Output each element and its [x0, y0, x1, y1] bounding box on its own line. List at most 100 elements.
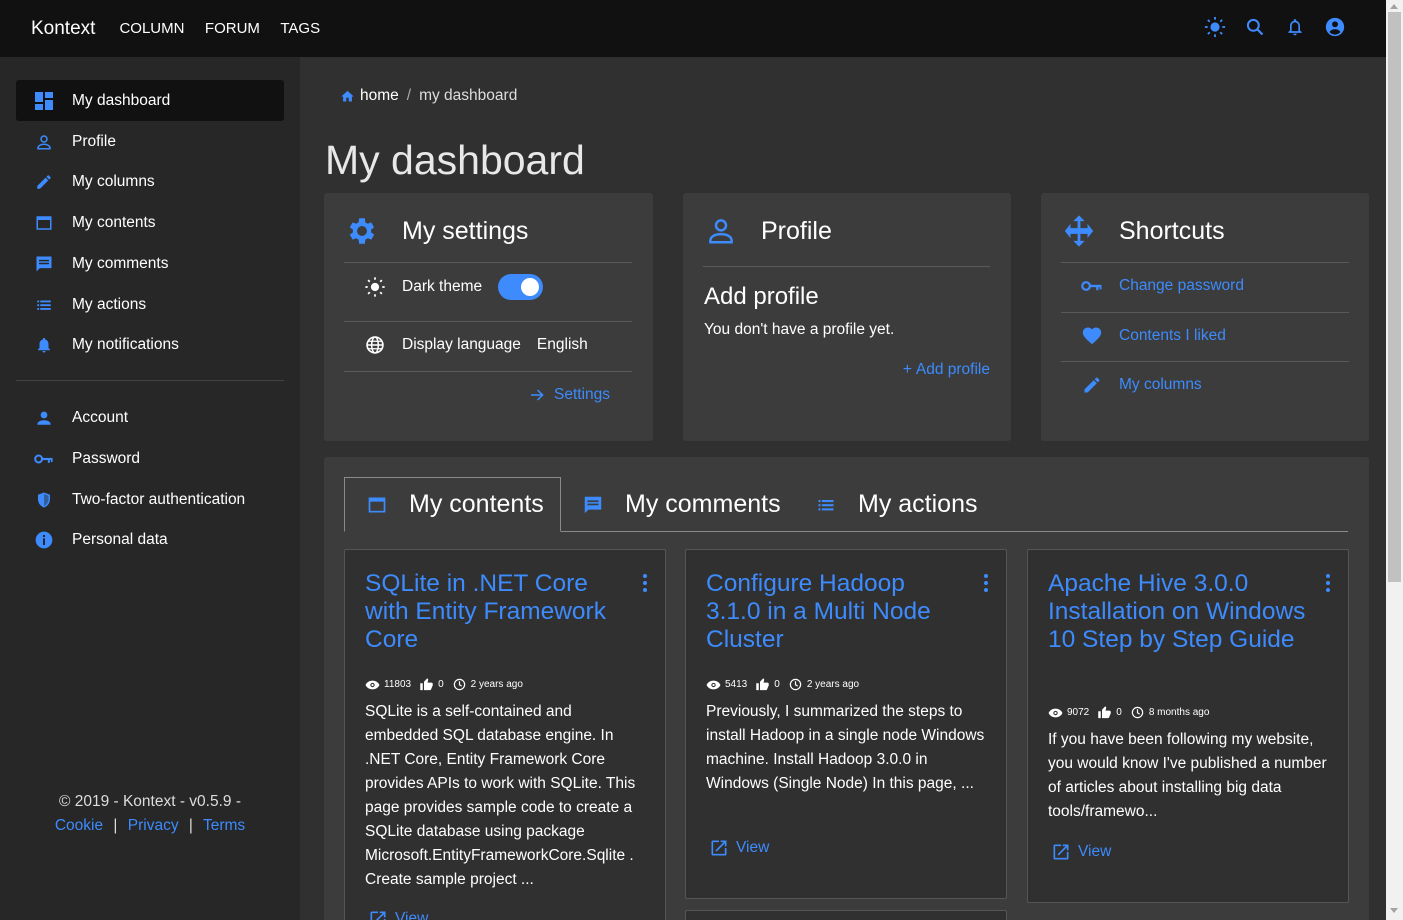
arrow-right-icon — [526, 384, 548, 406]
divider — [1061, 312, 1349, 313]
page-scrollbar[interactable] — [1386, 0, 1403, 920]
tab-label: My actions — [858, 490, 978, 518]
thumb-up-icon[interactable] — [1097, 705, 1112, 720]
post-title[interactable]: Configure Hadoop 3.1.0 in a Multi Node C… — [706, 570, 966, 654]
tab-label: My comments — [625, 490, 781, 518]
view-label: View — [1078, 843, 1112, 860]
thumb-up-icon[interactable] — [419, 677, 434, 692]
clock-icon — [788, 677, 803, 692]
account-circle-icon[interactable] — [1324, 16, 1346, 38]
sun-icon — [364, 276, 386, 298]
shortcuts-card: Shortcuts Change password Contents I lik… — [1041, 193, 1369, 441]
like-count: 0 — [1116, 707, 1122, 718]
activity-card: My contents My comments My actions SQLit… — [324, 457, 1369, 920]
post-meta: 9072 0 8 months ago — [1048, 705, 1217, 720]
terms-link[interactable]: Terms — [203, 817, 245, 834]
top-actions — [1204, 16, 1346, 38]
card-header: My settings — [344, 213, 528, 249]
list-icon — [34, 295, 54, 315]
scroll-up-arrow[interactable] — [1390, 4, 1398, 9]
gear-icon — [344, 213, 380, 249]
clock-icon — [452, 677, 467, 692]
divider — [344, 321, 632, 322]
person-icon — [34, 408, 54, 428]
sidebar-item-account[interactable]: Account — [16, 397, 284, 438]
footer-separator: | — [188, 817, 193, 834]
sidebar-item-personal-data[interactable]: Personal data — [16, 519, 284, 560]
sidebar-item-label: Account — [72, 408, 129, 426]
post-description: Previously, I summarized the steps to in… — [706, 703, 985, 792]
nav-forum[interactable]: FORUM — [205, 20, 260, 37]
privacy-link[interactable]: Privacy — [128, 817, 179, 834]
more-vert-icon[interactable] — [637, 574, 653, 592]
sidebar-item-two-factor[interactable]: Two-factor authentication — [16, 479, 284, 520]
add-profile-link[interactable]: + Add profile — [903, 361, 990, 379]
sidebar-item-my-dashboard[interactable]: My dashboard — [16, 80, 284, 121]
tab-my-contents[interactable]: My contents — [344, 477, 561, 532]
card-header: Shortcuts — [1061, 213, 1225, 249]
move-arrows-icon — [1061, 213, 1097, 249]
dark-theme-toggle[interactable] — [498, 274, 544, 300]
nav-tags[interactable]: TAGS — [280, 20, 320, 37]
main-content: home / my dashboard My dashboard My sett… — [300, 57, 1386, 920]
content-card — [685, 910, 1007, 920]
home-icon[interactable] — [340, 89, 355, 104]
sidebar-item-my-notifications[interactable]: My notifications — [16, 324, 284, 365]
scroll-down-arrow[interactable] — [1390, 908, 1398, 913]
copyright-text: © 2019 - Kontext - v0.5.9 - — [58, 793, 241, 810]
view-label: View — [395, 910, 429, 920]
footer-separator: | — [113, 817, 118, 834]
heart-icon — [1081, 325, 1103, 347]
sidebar-item-my-actions[interactable]: My actions — [16, 284, 284, 325]
search-icon[interactable] — [1244, 16, 1266, 38]
breadcrumb-home[interactable]: home — [360, 87, 399, 105]
divider — [344, 262, 632, 263]
eye-icon — [706, 677, 721, 692]
brand-logo[interactable]: Kontext — [31, 18, 95, 40]
content-card: SQLite in .NET Core with Entity Framewor… — [344, 549, 666, 920]
language-value[interactable]: English — [537, 336, 588, 354]
more-vert-icon[interactable] — [978, 574, 994, 592]
view-link[interactable]: View — [708, 837, 769, 859]
post-title[interactable]: SQLite in .NET Core with Entity Framewor… — [365, 570, 625, 654]
tab-my-actions[interactable]: My actions — [794, 477, 987, 532]
settings-link[interactable]: Settings — [526, 383, 610, 407]
sidebar-item-my-contents[interactable]: My contents — [16, 202, 284, 243]
view-count: 11803 — [384, 679, 412, 690]
dark-theme-label: Dark theme — [402, 278, 483, 295]
shortcut-label: My columns — [1119, 376, 1202, 393]
theme-icon[interactable] — [1204, 16, 1226, 38]
top-app-bar: Kontext COLUMN FORUM TAGS — [0, 0, 1386, 57]
cookie-link[interactable]: Cookie — [55, 817, 103, 834]
shortcut-change-password[interactable]: Change password — [1081, 275, 1244, 297]
sidebar-footer: © 2019 - Kontext - v0.5.9 - Cookie | Pri… — [0, 790, 300, 838]
sidebar-item-password[interactable]: Password — [16, 438, 284, 479]
bell-icon[interactable] — [1284, 16, 1306, 38]
shortcut-my-columns[interactable]: My columns — [1081, 374, 1202, 396]
sidebar-item-profile[interactable]: Profile — [16, 121, 284, 162]
view-link[interactable]: View — [1050, 841, 1111, 863]
sidebar-item-my-columns[interactable]: My columns — [16, 161, 284, 202]
sidebar-item-label: My notifications — [72, 335, 179, 353]
shortcut-contents-liked[interactable]: Contents I liked — [1081, 325, 1226, 347]
sidebar-item-label: My contents — [72, 213, 156, 231]
top-nav: COLUMN FORUM TAGS — [119, 20, 336, 38]
scrollbar-thumb[interactable] — [1388, 12, 1401, 582]
sidebar-item-my-comments[interactable]: My comments — [16, 243, 284, 284]
eye-icon — [365, 677, 380, 692]
key-icon — [1081, 275, 1103, 297]
post-time: 2 years ago — [470, 679, 523, 690]
nav-column[interactable]: COLUMN — [119, 20, 184, 37]
post-description: SQLite is a self-contained and embedded … — [365, 703, 636, 888]
post-title[interactable]: Apache Hive 3.0.0 Installation on Window… — [1048, 570, 1308, 654]
more-vert-icon[interactable] — [1320, 574, 1336, 592]
view-link[interactable]: View — [367, 908, 428, 920]
profile-card: Profile Add profile You don't have a pro… — [683, 193, 1011, 441]
tab-my-comments[interactable]: My comments — [561, 477, 794, 532]
sidebar: My dashboard Profile My columns My conte… — [0, 57, 300, 920]
divider — [1061, 361, 1349, 362]
shortcut-label: Contents I liked — [1119, 327, 1226, 344]
window-icon — [34, 213, 54, 233]
sidebar-item-label: My actions — [72, 295, 147, 313]
thumb-up-icon[interactable] — [755, 677, 770, 692]
